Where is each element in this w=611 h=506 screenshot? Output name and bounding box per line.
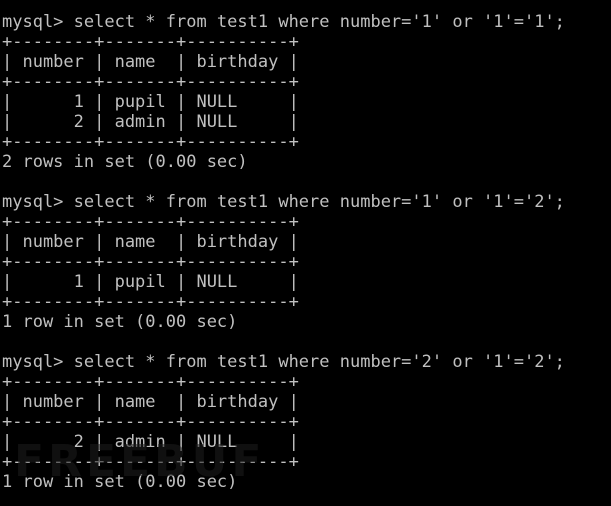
table-border-top: +--------+-------+----------+ (2, 32, 299, 52)
table-header-row: | number | name | birthday | (2, 392, 299, 412)
prompt-line-query-1: mysql> select * from test1 where number=… (2, 12, 565, 32)
terminal-window[interactable]: mysql> select * from test1 where number=… (0, 0, 611, 506)
table-row: | 2 | admin | NULL | (2, 112, 299, 132)
table-border-bottom: +--------+-------+----------+ (2, 452, 299, 472)
table-border-mid: +--------+-------+----------+ (2, 412, 299, 432)
result-summary: 2 rows in set (0.00 sec) (2, 152, 248, 172)
table-header-row: | number | name | birthday | (2, 52, 299, 72)
table-border-bottom: +--------+-------+----------+ (2, 132, 299, 152)
table-border-mid: +--------+-------+----------+ (2, 252, 299, 272)
table-border-mid: +--------+-------+----------+ (2, 72, 299, 92)
prompt-line-query-2: mysql> select * from test1 where number=… (2, 192, 565, 212)
table-border-bottom: +--------+-------+----------+ (2, 292, 299, 312)
table-row: | 1 | pupil | NULL | (2, 92, 299, 112)
table-header-row: | number | name | birthday | (2, 232, 299, 252)
table-row: | 2 | admin | NULL | (2, 432, 299, 452)
table-border-top: +--------+-------+----------+ (2, 372, 299, 392)
result-summary: 1 row in set (0.00 sec) (2, 472, 238, 492)
table-row: | 1 | pupil | NULL | (2, 272, 299, 292)
result-summary: 1 row in set (0.00 sec) (2, 312, 238, 332)
table-border-top: +--------+-------+----------+ (2, 212, 299, 232)
prompt-line-query-3: mysql> select * from test1 where number=… (2, 352, 565, 372)
